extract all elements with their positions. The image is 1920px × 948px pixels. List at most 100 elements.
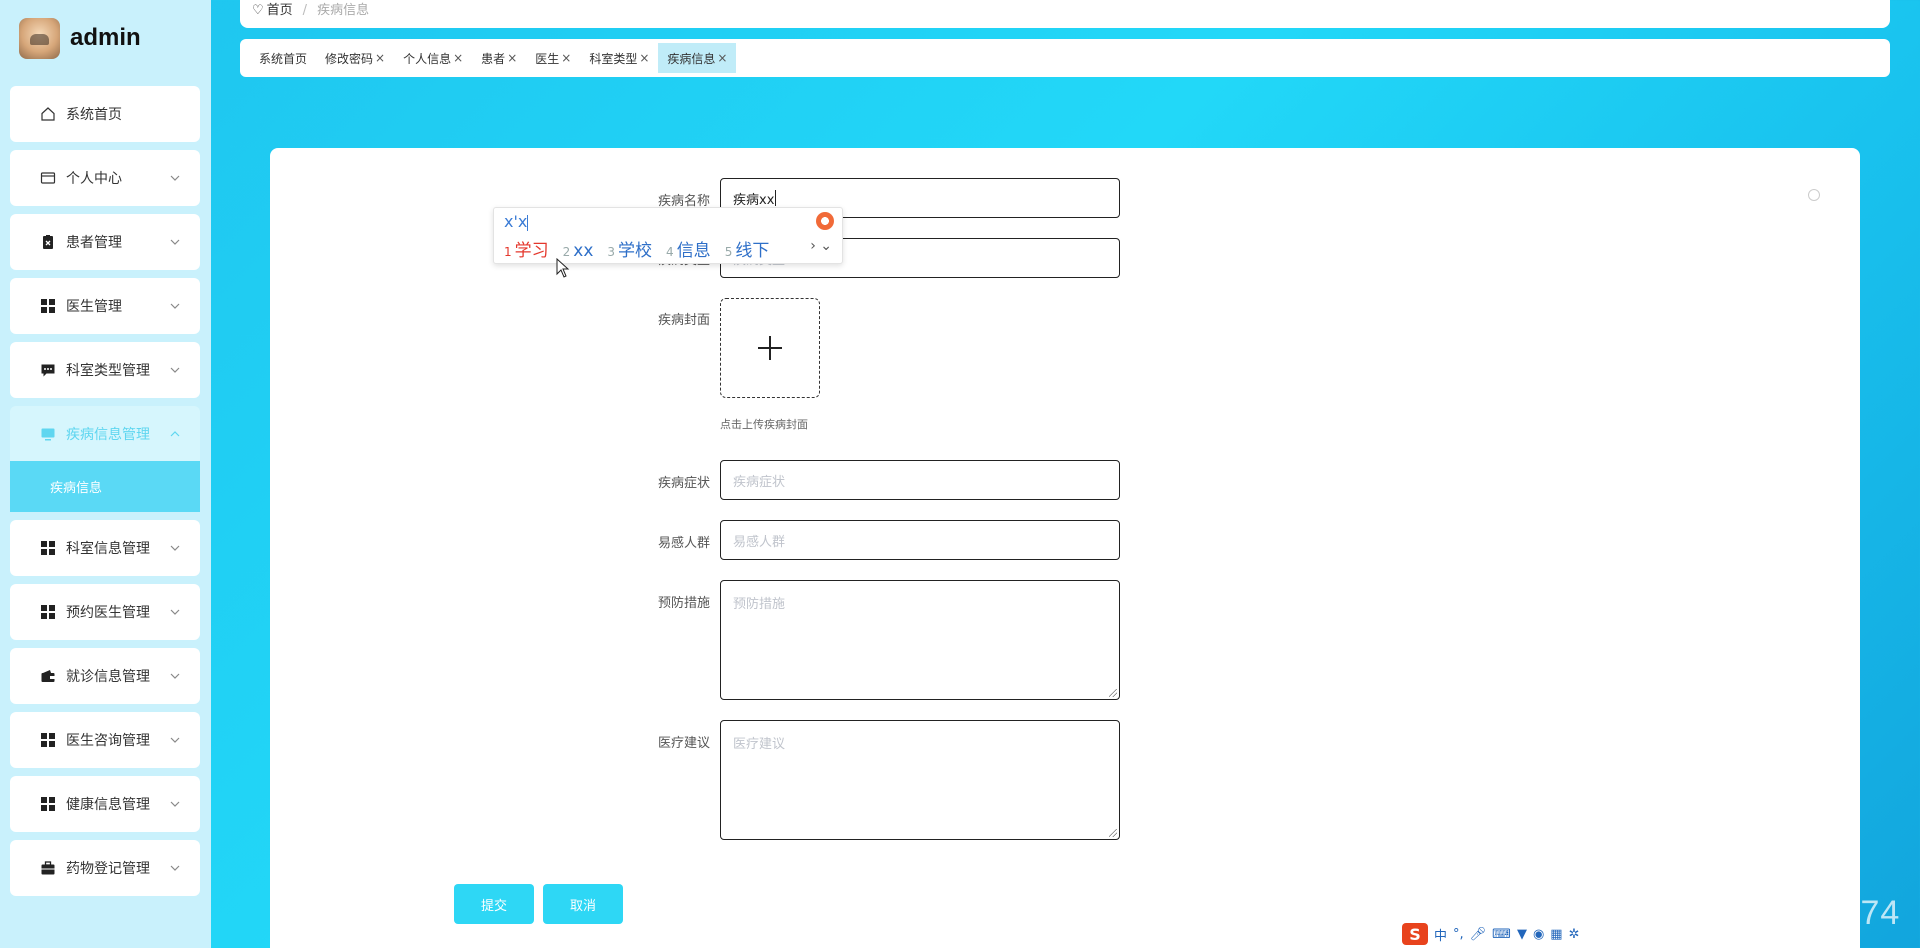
ime-candidate[interactable]: 1 学习 [504,236,549,261]
breadcrumb: ♡ 首页 / 疾病信息 [240,0,1890,28]
tab-department-types[interactable]: 科室类型 × [580,43,658,73]
grid-icon [40,732,56,748]
briefcase-icon [40,860,56,876]
advice-label: 医疗建议 [657,736,710,751]
close-icon[interactable]: × [375,51,385,65]
chevron-down-icon [170,298,180,314]
cover-upload-tip: 点击上传疾病封面 [720,418,808,431]
prevention-label: 预防措施 [657,596,710,611]
crowd-input[interactable]: 易感人群 [720,520,1120,560]
submenu-item-label: 疾病信息 [50,481,103,496]
sidebar-item-home[interactable]: 系统首页 [10,86,200,142]
chevron-down-icon [170,860,180,876]
sidebar-item-doctors[interactable]: 医生管理 [10,278,200,334]
tabs-bar: 系统首页 修改密码 × 个人信息 × 患者 × 医生 × 科室类型 × 疾病信息 × [240,39,1890,77]
mouse-cursor-icon [556,258,570,278]
tab-disease-info[interactable]: 疾病信息 × [658,43,737,73]
grid-icon [40,298,56,314]
candidate-number: 1 [504,245,512,259]
tab-label: 医生 [535,51,560,66]
sidebar-item-department-types[interactable]: 科室类型管理 [10,342,200,398]
breadcrumb-separator: / [302,3,308,18]
form-card: 疾病名称 疾病xx 疾病类型 疾病类型 疾病封面 点击上传疾病封面 疾病症状 疾… [270,148,1860,948]
tab-label: 疾病信息 [667,51,716,66]
ime-candidate[interactable]: 4 信息 [666,236,711,261]
ime-candidates: 1 学习 2 xx 3 学校 4 信息 5 线下 [504,236,769,261]
advice-textarea[interactable]: 医疗建议 [720,720,1120,840]
candidate-number: 5 [724,245,733,259]
sidebar-item-label: 科室类型管理 [66,363,150,379]
sidebar-item-label: 科室信息管理 [66,541,150,557]
brand: admin [19,16,141,60]
prevention-textarea[interactable]: 预防措施 [720,580,1120,700]
breadcrumb-home[interactable]: 首页 [267,0,293,18]
sidebar-item-consultations[interactable]: 医生咨询管理 [10,712,200,768]
sidebar-item-health-info[interactable]: 健康信息管理 [10,776,200,832]
submenu-item-disease-info[interactable]: 疾病信息 [10,461,200,512]
chevron-down-icon [170,234,180,250]
tab-patients[interactable]: 患者 × [472,43,526,73]
close-icon[interactable]: × [639,51,649,65]
tab-label: 个人信息 [403,51,452,66]
sidebar-item-visits[interactable]: 就诊信息管理 [10,648,200,704]
tab-label: 修改密码 [325,51,374,66]
home-icon [40,106,56,122]
punctuation-icon[interactable]: °, [1453,927,1464,942]
text-caret [775,190,777,206]
crowd-placeholder: 易感人群 [733,534,786,550]
chevron-down-icon [170,796,180,812]
ime-candidate[interactable]: 3 学校 [607,236,652,261]
prevention-placeholder: 预防措施 [733,597,786,612]
grid-icon [40,540,56,556]
tab-system-home[interactable]: 系统首页 [250,43,316,73]
microphone-icon[interactable]: 🎤︎ [1470,927,1487,942]
tab-doctors[interactable]: 医生 × [526,43,580,73]
sidebar-item-personal-center[interactable]: 个人中心 [10,150,200,206]
resize-handle[interactable] [1109,829,1117,837]
ime-mode[interactable]: 中 [1434,925,1447,944]
cancel-button[interactable]: 取消 [543,884,623,924]
ime-candidate-popup: x'x 1 学习 2 xx 3 学校 4 信息 5 线下 › ⌄ [493,207,843,264]
candidate-text: 学习 [514,241,549,261]
close-icon[interactable]: × [453,51,463,65]
candidate-text: 学校 [618,241,653,261]
sidebar-item-label: 医生管理 [66,299,122,315]
ime-composition-text: x'x [504,212,528,231]
ime-more-icon[interactable]: › ⌄ [810,238,832,254]
sidebar-item-label: 系统首页 [66,107,122,123]
sogou-logo-icon[interactable]: S [1402,923,1428,945]
close-icon[interactable]: × [717,51,727,65]
close-icon[interactable]: × [561,51,571,65]
breadcrumb-current: 疾病信息 [317,3,370,18]
sidebar-item-patients[interactable]: 患者管理 [10,214,200,270]
wallet-icon [40,668,56,684]
grid-icon [40,604,56,620]
tab-personal-info[interactable]: 个人信息 × [394,43,472,73]
ime-logo-icon [816,212,834,230]
close-icon[interactable]: × [507,51,517,65]
crowd-label: 易感人群 [657,536,710,551]
advice-placeholder: 医疗建议 [733,737,786,752]
chevron-down-icon [170,604,180,620]
cover-upload-button[interactable] [720,298,820,398]
sidebar-item-label: 预约医生管理 [66,605,150,621]
tab-label: 科室类型 [589,51,638,66]
sidebar-item-label: 患者管理 [66,235,122,251]
sidebar-item-appointments[interactable]: 预约医生管理 [10,584,200,640]
disease-cover-label: 疾病封面 [657,313,710,328]
settings-icon[interactable] [1808,189,1820,201]
symptom-placeholder: 疾病症状 [733,474,786,490]
symptom-input[interactable]: 疾病症状 [720,460,1120,500]
sidebar-item-drug-registration[interactable]: 药物登记管理 [10,840,200,896]
sidebar-item-label: 个人中心 [66,171,122,187]
chevron-down-icon [170,362,180,378]
ime-candidate[interactable]: 5 线下 [725,236,770,261]
sidebar-item-department-info[interactable]: 科室信息管理 [10,520,200,576]
avatar[interactable] [19,17,60,59]
resize-handle[interactable] [1109,689,1117,697]
sidebar-item-disease-info[interactable]: 疾病信息管理 [10,406,200,462]
submit-button[interactable]: 提交 [454,884,534,924]
clipboard-icon [40,234,56,250]
symptom-label: 疾病症状 [657,476,710,491]
tab-change-password[interactable]: 修改密码 × [316,43,394,73]
